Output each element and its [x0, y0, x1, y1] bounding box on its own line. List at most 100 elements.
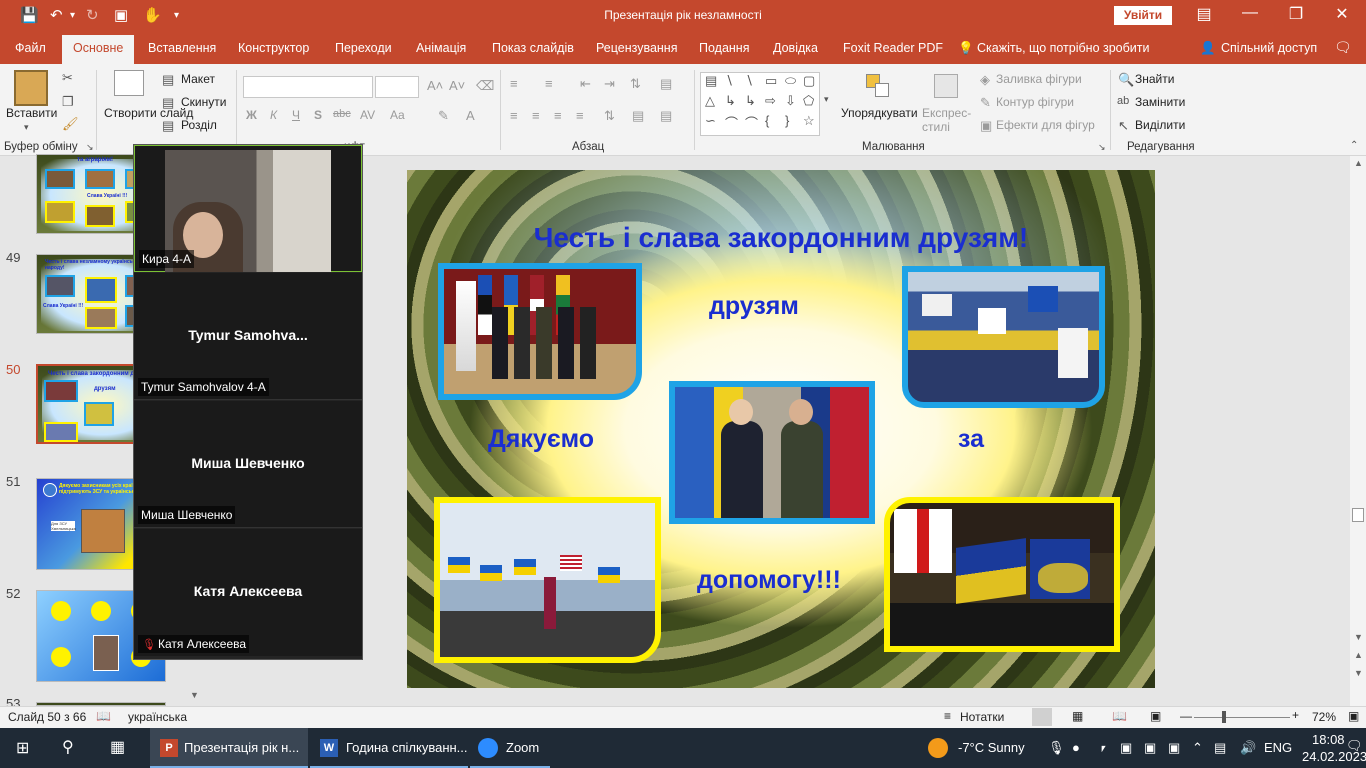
windows-start-icon[interactable]: ⊞: [16, 738, 29, 758]
weather-text[interactable]: -7°C Sunny: [958, 740, 1025, 755]
font-name-input[interactable]: [243, 76, 373, 98]
columns-icon[interactable]: ▤: [660, 76, 672, 92]
tell-me-search[interactable]: Скажіть, що потрібно зробити: [977, 41, 1150, 55]
tab-foxit[interactable]: Foxit Reader PDF: [843, 41, 943, 55]
taskbar-app-word[interactable]: W Година спілкуванн...: [310, 728, 468, 768]
minimize-button[interactable]: —: [1230, 4, 1270, 22]
paste-button[interactable]: Вставити: [6, 106, 57, 120]
align-center-icon[interactable]: ≡: [532, 108, 540, 123]
tab-animations[interactable]: Анімація: [416, 41, 466, 55]
tray-app-icon[interactable]: ▣: [1168, 740, 1180, 756]
microphone-icon[interactable]: 🎙: [1048, 740, 1065, 756]
increase-font-icon[interactable]: A˄: [427, 78, 443, 93]
scroll-down-icon[interactable]: ▼: [1354, 632, 1363, 642]
previous-slide-icon[interactable]: ▲: [1354, 650, 1363, 660]
triangle-shape-icon[interactable]: △: [705, 93, 715, 109]
ribbon-display-options-icon[interactable]: ▤: [1184, 4, 1224, 24]
tab-design[interactable]: Конструктор: [238, 41, 309, 55]
shape-fill-button[interactable]: Заливка фігури: [996, 72, 1082, 86]
participant-tile[interactable]: Миша Шевченко Миша Шевченко: [134, 401, 362, 528]
rectangle-shape-icon[interactable]: ▭: [765, 73, 777, 89]
show-hidden-icons-icon[interactable]: ⌃: [1192, 740, 1203, 756]
normal-view-icon[interactable]: [1032, 708, 1052, 726]
connector-shape-icon[interactable]: ↳: [725, 93, 736, 109]
tab-transitions[interactable]: Переходи: [335, 41, 392, 55]
numbering-icon[interactable]: ≡: [545, 76, 553, 91]
shadow-button[interactable]: S: [314, 108, 322, 122]
zoom-slider-thumb[interactable]: [1222, 711, 1226, 723]
strikethrough-button[interactable]: abc: [333, 108, 351, 120]
zoom-out-icon[interactable]: —: [1180, 709, 1192, 723]
bullets-icon[interactable]: ≡: [510, 76, 518, 91]
cut-icon[interactable]: ✂: [62, 70, 73, 86]
shape-effects-button[interactable]: Ефекти для фігур: [996, 118, 1095, 132]
arrow-down-shape-icon[interactable]: ⇩: [785, 93, 796, 109]
shapes-gallery[interactable]: ▤ ∖ ∖ ▭ ⬭ ▢ △ ↳ ↳ ⇨ ⇩ ⬠ ∽ ⌒ ⌒ { } ☆: [700, 72, 820, 136]
replace-button[interactable]: Замінити: [1135, 95, 1185, 109]
next-slide-icon[interactable]: ▼: [1354, 668, 1363, 678]
clipboard-launcher-icon[interactable]: ↘: [86, 142, 94, 153]
slide-sorter-icon[interactable]: ▦: [1072, 709, 1083, 723]
tab-slideshow[interactable]: Показ слайдів: [492, 41, 574, 55]
notifications-icon[interactable]: 🗨: [1346, 738, 1363, 754]
flowchart-shape-icon[interactable]: ⬠: [803, 93, 814, 109]
taskbar-app-zoom[interactable]: Zoom: [470, 728, 550, 768]
search-icon[interactable]: ⚲: [62, 737, 74, 757]
line-shape-icon[interactable]: ∖: [745, 73, 753, 89]
decrease-indent-icon[interactable]: ⇤: [580, 76, 591, 92]
align-left-icon[interactable]: ≡: [510, 108, 518, 123]
oval-shape-icon[interactable]: ⬭: [785, 73, 796, 89]
zoom-in-icon[interactable]: +: [1292, 708, 1299, 722]
slide-title[interactable]: Честь і слава закордонним друзям!: [407, 222, 1155, 254]
comments-icon[interactable]: 🗨: [1334, 39, 1352, 56]
section-button[interactable]: Розділ: [181, 118, 217, 132]
tab-view[interactable]: Подання: [699, 41, 749, 55]
slideshow-view-icon[interactable]: ▣: [1150, 709, 1161, 723]
copy-icon[interactable]: ❐: [62, 94, 74, 110]
reading-view-icon[interactable]: 📖: [1112, 709, 1127, 723]
scroll-down-icon[interactable]: ▼: [190, 690, 199, 700]
find-button[interactable]: Знайти: [1135, 72, 1174, 86]
scroll-up-icon[interactable]: ▲: [1354, 158, 1363, 168]
paste-dropdown-icon[interactable]: ▾: [24, 122, 29, 133]
arrange-button[interactable]: Упорядкувати: [841, 106, 918, 120]
curve-shape-icon[interactable]: ⌒: [725, 113, 738, 132]
shapes-more-icon[interactable]: ▾: [824, 94, 829, 105]
textbox-shape-icon[interactable]: ▤: [705, 73, 717, 89]
clear-formatting-icon[interactable]: ⌫: [476, 78, 494, 94]
usb-icon[interactable]: ⎖: [1098, 740, 1108, 756]
format-painter-icon[interactable]: 🖌: [62, 116, 79, 132]
freeform-shape-icon[interactable]: ∽: [705, 113, 716, 129]
share-button[interactable]: Спільний доступ: [1221, 41, 1317, 55]
spellcheck-icon[interactable]: 📖: [96, 709, 111, 723]
char-spacing-button[interactable]: AV: [360, 108, 375, 122]
line-shape-icon[interactable]: ∖: [725, 73, 733, 89]
tell-me-icon[interactable]: 💡: [958, 41, 974, 56]
font-size-input[interactable]: [375, 76, 419, 98]
language-indicator[interactable]: українська: [128, 710, 187, 724]
italic-button[interactable]: К: [270, 108, 277, 122]
volume-icon[interactable]: 🔊: [1240, 740, 1256, 756]
tab-file[interactable]: Файл: [15, 41, 46, 55]
shape-outline-button[interactable]: Контур фігури: [996, 95, 1074, 109]
tab-insert[interactable]: Вставлення: [148, 41, 216, 55]
align-text-icon[interactable]: ▤: [632, 108, 644, 124]
leaders-photo[interactable]: [438, 263, 642, 400]
clock-time[interactable]: 18:08: [1312, 732, 1345, 747]
zoom-percent[interactable]: 72%: [1312, 710, 1336, 724]
new-slide-icon[interactable]: [114, 70, 144, 96]
line-spacing-icon[interactable]: ⇅: [630, 76, 641, 92]
participant-tile[interactable]: Tymur Samohva... Tymur Samohvalov 4-A: [134, 273, 362, 400]
new-slide-button[interactable]: Створити слайд: [104, 106, 193, 120]
slide-word-for[interactable]: за: [958, 425, 984, 454]
slide-word-thank-you[interactable]: Дякуємо: [488, 425, 594, 454]
change-case-button[interactable]: Aa: [390, 108, 405, 122]
close-button[interactable]: ✕: [1322, 4, 1362, 24]
maximize-button[interactable]: ❐: [1276, 4, 1316, 24]
tab-review[interactable]: Рецензування: [596, 41, 677, 55]
tab-help[interactable]: Довідка: [773, 41, 818, 55]
brace-right-shape-icon[interactable]: }: [785, 113, 789, 128]
weather-sun-icon[interactable]: [928, 738, 948, 758]
protest-photo[interactable]: [902, 266, 1105, 408]
georgia-rally-photo[interactable]: [884, 497, 1120, 652]
